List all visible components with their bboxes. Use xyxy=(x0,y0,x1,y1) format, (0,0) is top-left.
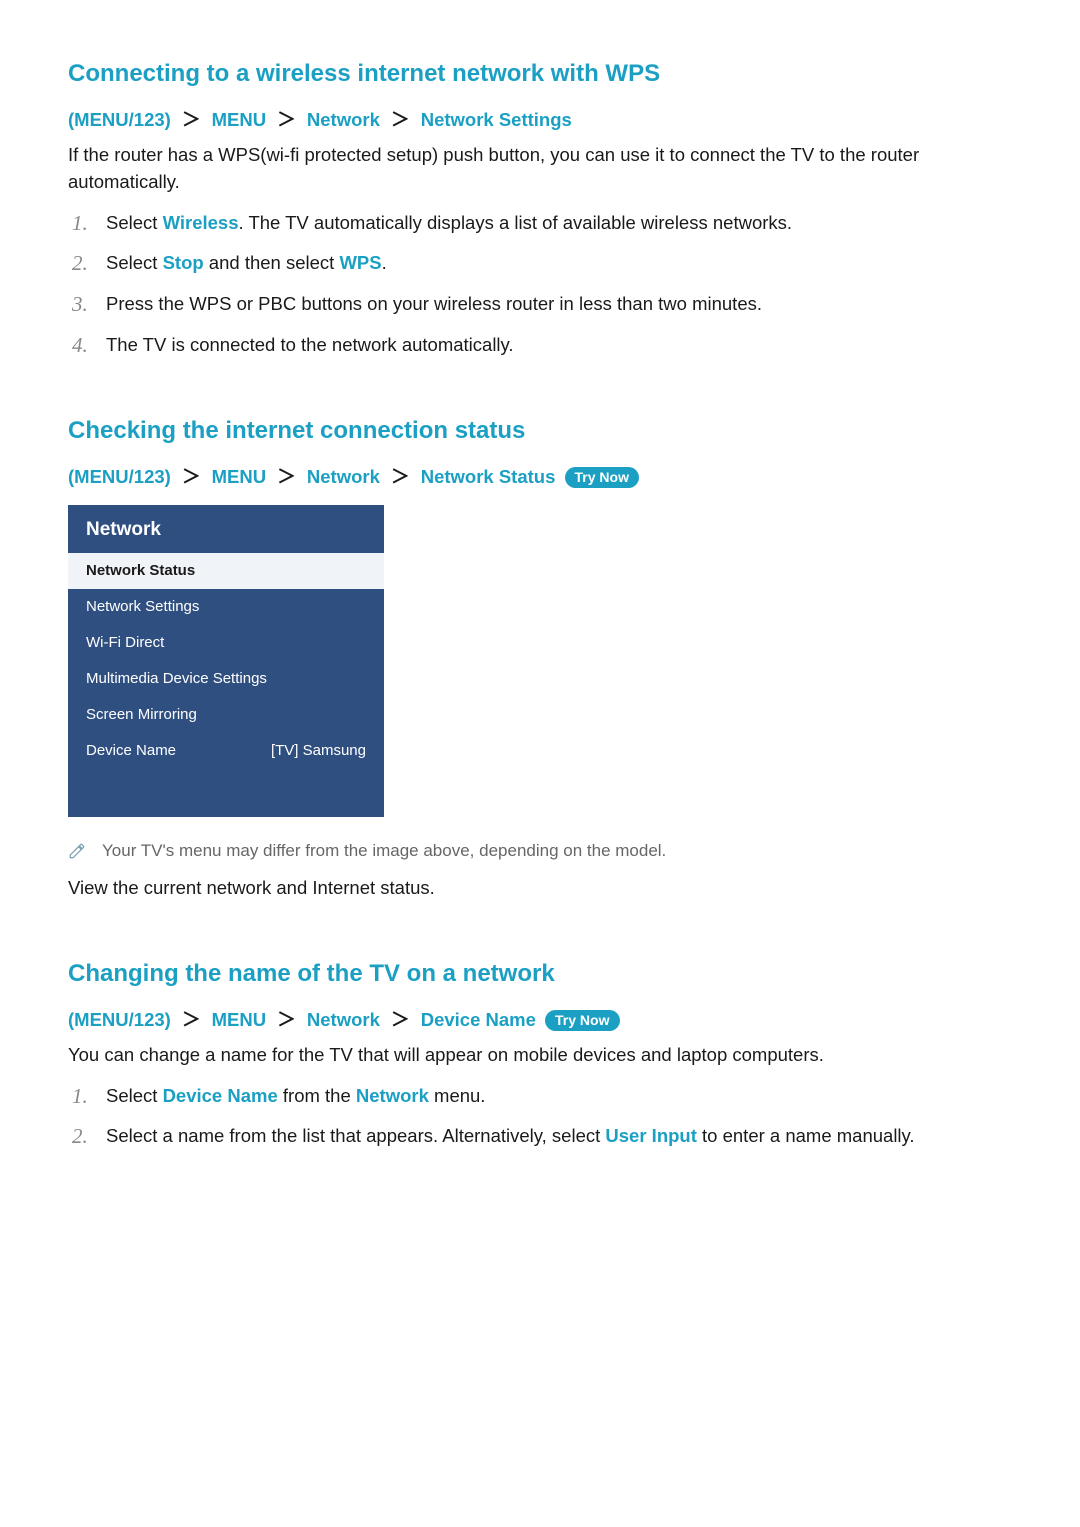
intro-text: You can change a name for the TV that wi… xyxy=(68,1042,1010,1069)
chevron-right-icon: ＞ xyxy=(271,109,302,130)
crumb-network: Network xyxy=(307,109,380,130)
crumb-device-name: Device Name xyxy=(421,1009,536,1030)
menu-item-value: [TV] Samsung xyxy=(271,742,366,759)
menu-item-multimedia[interactable]: Multimedia Device Settings xyxy=(68,661,384,697)
body-text: View the current network and Internet st… xyxy=(68,875,1010,902)
text: and then select xyxy=(204,252,340,273)
text: . The TV automatically displays a list o… xyxy=(239,212,793,233)
network-menu-card: Network Network Status Network Settings … xyxy=(68,505,384,817)
keyword-device-name: Device Name xyxy=(163,1085,278,1106)
crumb-menu123: MENU/123 xyxy=(74,109,164,130)
page: Connecting to a wireless internet networ… xyxy=(0,0,1080,1527)
step-text: Select a name from the list that appears… xyxy=(106,1123,1010,1150)
step-text: The TV is connected to the network autom… xyxy=(106,332,1010,359)
text: to enter a name manually. xyxy=(697,1125,915,1146)
step-number: 1. xyxy=(68,1083,106,1109)
menu-item-screen-mirroring[interactable]: Screen Mirroring xyxy=(68,697,384,733)
text: Select xyxy=(106,1085,163,1106)
step-number: 1. xyxy=(68,210,106,236)
crumb-menu: MENU xyxy=(212,109,266,130)
step-number: 4. xyxy=(68,332,106,358)
text: Select xyxy=(106,212,163,233)
menu-item-network-settings[interactable]: Network Settings xyxy=(68,589,384,625)
try-now-button[interactable]: Try Now xyxy=(565,467,639,488)
chevron-right-icon: ＞ xyxy=(271,1009,302,1030)
breadcrumb: (MENU/123) ＞ MENU ＞ Network ＞ Network St… xyxy=(68,463,1010,489)
text: Select a name from the list that appears… xyxy=(106,1125,605,1146)
breadcrumb: (MENU/123) ＞ MENU ＞ Network ＞ Device Nam… xyxy=(68,1006,1010,1032)
crumb-menu123: MENU/123 xyxy=(74,1009,164,1030)
keyword-stop: Stop xyxy=(163,252,204,273)
crumb-menu123: MENU/123 xyxy=(74,466,164,487)
keyword-wps: WPS xyxy=(339,252,381,273)
heading-status: Checking the internet connection status xyxy=(68,417,1010,445)
step-text: Press the WPS or PBC buttons on your wir… xyxy=(106,291,1010,318)
text: menu. xyxy=(429,1085,486,1106)
menu-title: Network xyxy=(68,505,384,553)
chevron-right-icon: ＞ xyxy=(385,466,416,487)
heading-wps: Connecting to a wireless internet networ… xyxy=(68,60,1010,88)
step-text: Select Wireless. The TV automatically di… xyxy=(106,210,1010,237)
chevron-right-icon: ＞ xyxy=(271,466,302,487)
step-text: Select Stop and then select WPS. xyxy=(106,250,1010,277)
step-row: 1. Select Wireless. The TV automatically… xyxy=(68,210,1010,237)
intro-text: If the router has a WPS(wi-fi protected … xyxy=(68,142,1010,196)
menu-item-wifi-direct[interactable]: Wi-Fi Direct xyxy=(68,625,384,661)
chevron-right-icon: ＞ xyxy=(385,1009,416,1030)
step-number: 2. xyxy=(68,250,106,276)
text: . xyxy=(382,252,387,273)
menu-item-label: Device Name xyxy=(86,742,176,759)
step-row: 2. Select a name from the list that appe… xyxy=(68,1123,1010,1150)
breadcrumb: (MENU/123) ＞ MENU ＞ Network ＞ Network Se… xyxy=(68,106,1010,132)
steps-list: 1. Select Device Name from the Network m… xyxy=(68,1083,1010,1151)
crumb-network-settings: Network Settings xyxy=(421,109,572,130)
step-text: Select Device Name from the Network menu… xyxy=(106,1083,1010,1110)
note: Your TV's menu may differ from the image… xyxy=(68,839,1010,865)
text: Select xyxy=(106,252,163,273)
step-row: 4. The TV is connected to the network au… xyxy=(68,332,1010,359)
crumb-paren-close: ) xyxy=(165,466,176,487)
crumb-paren-close: ) xyxy=(165,109,176,130)
crumb-paren-close: ) xyxy=(165,1009,176,1030)
keyword-user-input: User Input xyxy=(605,1125,696,1146)
crumb-menu: MENU xyxy=(212,466,266,487)
heading-device-name: Changing the name of the TV on a network xyxy=(68,960,1010,988)
chevron-right-icon: ＞ xyxy=(176,1009,207,1030)
crumb-network: Network xyxy=(307,466,380,487)
step-number: 3. xyxy=(68,291,106,317)
crumb-menu: MENU xyxy=(212,1009,266,1030)
step-number: 2. xyxy=(68,1123,106,1149)
menu-item-device-name[interactable]: Device Name [TV] Samsung xyxy=(68,733,384,769)
step-row: 1. Select Device Name from the Network m… xyxy=(68,1083,1010,1110)
step-row: 2. Select Stop and then select WPS. xyxy=(68,250,1010,277)
keyword-wireless: Wireless xyxy=(163,212,239,233)
pencil-note-icon xyxy=(68,839,102,865)
chevron-right-icon: ＞ xyxy=(176,109,207,130)
steps-list: 1. Select Wireless. The TV automatically… xyxy=(68,210,1010,359)
step-row: 3. Press the WPS or PBC buttons on your … xyxy=(68,291,1010,318)
crumb-network-status: Network Status xyxy=(421,466,556,487)
menu-item-network-status[interactable]: Network Status xyxy=(68,553,384,589)
note-text: Your TV's menu may differ from the image… xyxy=(102,839,1010,863)
chevron-right-icon: ＞ xyxy=(385,109,416,130)
text: from the xyxy=(278,1085,356,1106)
keyword-network: Network xyxy=(356,1085,429,1106)
try-now-button[interactable]: Try Now xyxy=(545,1010,619,1031)
chevron-right-icon: ＞ xyxy=(176,466,207,487)
crumb-network: Network xyxy=(307,1009,380,1030)
